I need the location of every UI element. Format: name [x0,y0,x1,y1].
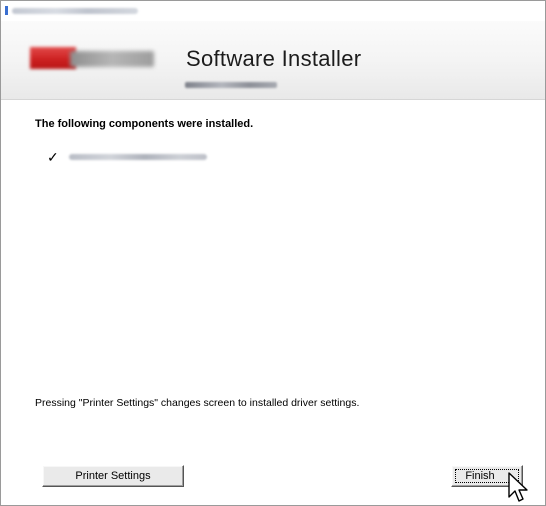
installer-app-icon [5,6,8,15]
checkmark-icon: ✓ [47,149,59,165]
printer-settings-hint: Pressing "Printer Settings" changes scre… [35,397,360,409]
app-title: Software Installer [186,46,362,71]
finish-button-label: Finish [465,470,495,482]
app-subtitle-redacted [185,82,277,88]
component-name-redacted [69,154,207,160]
title-bar [1,1,545,21]
installed-components-heading: The following components were installed. [35,118,254,130]
mouse-pointer-icon [508,472,528,502]
brand-logo [30,41,156,75]
window-title-redacted [12,8,138,14]
installer-window: Software Installer The following compone… [0,0,546,506]
list-item: ✓ [47,143,347,171]
logo-wordmark-redacted [70,51,154,67]
printer-settings-button[interactable]: Printer Settings [42,465,184,487]
